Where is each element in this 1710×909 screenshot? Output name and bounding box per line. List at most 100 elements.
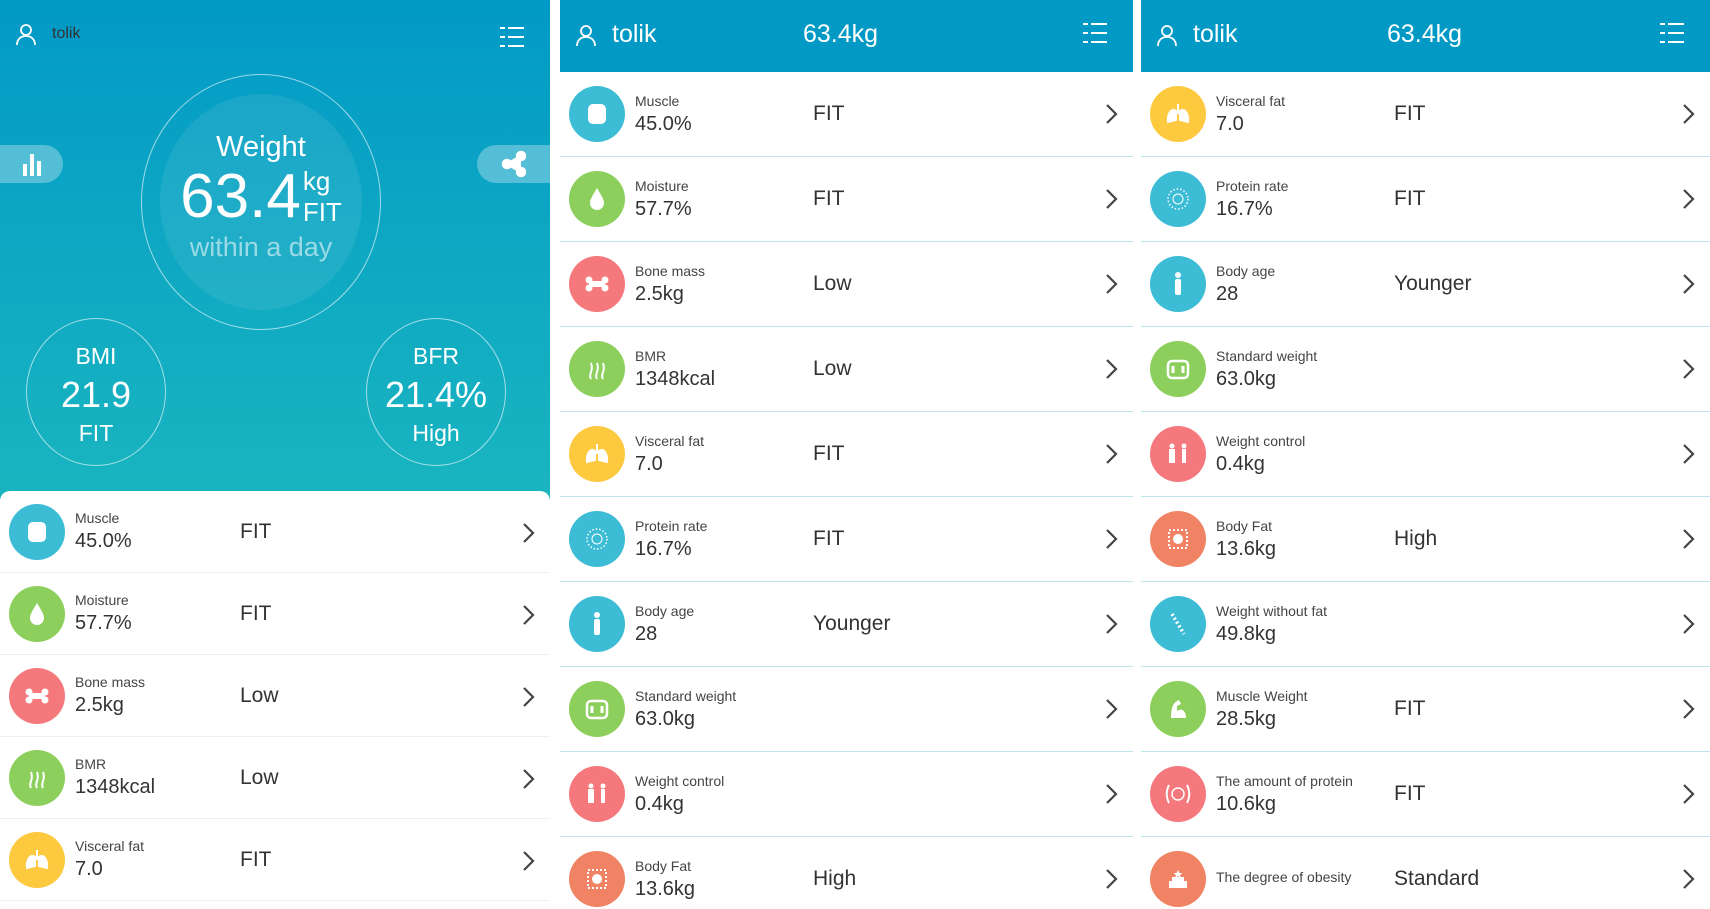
user-profile[interactable]: tolik [1155, 20, 1237, 49]
chevron-right-icon[interactable] [1105, 867, 1119, 891]
chevron-right-icon[interactable] [1682, 527, 1696, 551]
metric-row[interactable]: Standard weight 63.0kg [1141, 327, 1710, 412]
metric-row[interactable]: The degree of obesity Standard [1141, 837, 1710, 909]
metric-row[interactable]: Body age 28 Younger [1141, 242, 1710, 327]
muscle-icon [9, 503, 65, 560]
protein-icon [1150, 171, 1206, 227]
chevron-right-icon[interactable] [1682, 357, 1696, 381]
chevron-right-icon[interactable] [1682, 867, 1696, 891]
metric-row[interactable]: Body Fat 13.6kg High [560, 837, 1133, 909]
metric-row[interactable]: Moisture 57.7% FIT [0, 573, 550, 655]
metric-status: FIT [813, 102, 845, 125]
weight-control-icon [1150, 426, 1206, 482]
chevron-right-icon[interactable] [1682, 272, 1696, 296]
chevron-right-icon[interactable] [1105, 782, 1119, 806]
metric-row[interactable]: Visceral fat 7.0 FIT [1141, 72, 1710, 157]
metric-name: Muscle [75, 510, 120, 526]
metric-name: Bone mass [75, 674, 146, 690]
lungs-icon [1150, 86, 1206, 142]
chevron-right-icon[interactable] [522, 685, 536, 709]
metric-value: 1348kcal [635, 367, 716, 390]
water-drop-icon [569, 171, 625, 227]
chevron-right-icon[interactable] [1105, 272, 1119, 296]
chevron-right-icon[interactable] [1105, 527, 1119, 551]
metric-row[interactable]: Visceral fat 7.0 FIT [0, 819, 550, 901]
metric-row[interactable]: Bone mass 2.5kg Low [0, 655, 550, 737]
bar-chart-icon [22, 154, 41, 176]
body-fat-icon [1150, 511, 1206, 567]
chevron-right-icon[interactable] [522, 849, 536, 873]
user-profile[interactable]: tolik [574, 20, 656, 49]
metric-name: The amount of protein [1216, 772, 1353, 789]
chevron-right-icon[interactable] [1105, 442, 1119, 466]
metric-row[interactable]: Visceral fat 7.0 FIT [560, 412, 1133, 497]
user-profile[interactable]: tolik [14, 22, 80, 46]
weight-value: 63.4 [180, 162, 301, 231]
chevron-right-icon[interactable] [522, 603, 536, 627]
scale-icon [1150, 341, 1206, 397]
chevron-right-icon[interactable] [1105, 357, 1119, 381]
metric-row[interactable]: Muscle 45.0% FIT [0, 491, 550, 573]
metric-name: Standard weight [1216, 347, 1318, 364]
metric-value: 57.7% [75, 612, 132, 634]
metric-name: The degree of obesity [1216, 869, 1352, 885]
metric-row[interactable]: Muscle Weight 28.5kg FIT [1141, 667, 1710, 752]
metric-status: FIT [1394, 782, 1426, 805]
metric-row[interactable]: Weight control 0.4kg [1141, 412, 1710, 497]
metric-row[interactable]: Body age 28 Younger [560, 582, 1133, 667]
chevron-right-icon[interactable] [1682, 782, 1696, 806]
body-fat-icon [569, 851, 625, 907]
metric-row[interactable]: Bone mass 2.5kg Low [560, 242, 1133, 327]
chevron-right-icon[interactable] [1682, 442, 1696, 466]
metric-row[interactable]: Standard weight 63.0kg [560, 667, 1133, 752]
menu-icon[interactable] [1083, 22, 1107, 44]
chevron-right-icon[interactable] [1682, 697, 1696, 721]
chevron-right-icon[interactable] [1105, 697, 1119, 721]
chevron-right-icon[interactable] [522, 767, 536, 791]
chevron-right-icon[interactable] [522, 521, 536, 545]
chevron-right-icon[interactable] [1105, 612, 1119, 636]
menu-icon[interactable] [500, 26, 524, 48]
metric-row[interactable]: The amount of protein 10.6kg FIT [1141, 752, 1710, 837]
bfr-status: High [412, 420, 460, 446]
metric-value: 57.7% [635, 197, 692, 220]
user-icon [576, 24, 596, 46]
bfr-value: 21.4% [384, 374, 488, 415]
metric-status: Younger [1394, 272, 1472, 295]
chevron-right-icon[interactable] [1682, 102, 1696, 126]
chevron-right-icon[interactable] [1682, 187, 1696, 211]
metric-value: 45.0% [75, 530, 132, 552]
share-button[interactable] [477, 145, 550, 183]
metric-row[interactable]: Protein rate 16.7% FIT [1141, 157, 1710, 242]
metric-row[interactable]: Protein rate 16.7% FIT [560, 497, 1133, 582]
metric-value: 16.7% [635, 537, 692, 560]
metric-row[interactable]: Moisture 57.7% FIT [560, 157, 1133, 242]
bfr-dial[interactable]: BFR 21.4% High [366, 318, 506, 466]
metric-row[interactable]: BMR 1348kcal Low [560, 327, 1133, 412]
metric-row[interactable]: Weight control 0.4kg [560, 752, 1133, 837]
metric-row[interactable]: Muscle 45.0% FIT [560, 72, 1133, 157]
metric-name: BMR [635, 347, 667, 364]
metric-name: Moisture [635, 177, 689, 194]
metric-value: 10.6kg [1216, 792, 1277, 815]
metric-value: 63.0kg [635, 707, 696, 730]
metric-name: Body age [635, 602, 695, 619]
metric-row[interactable]: Body Fat 13.6kg High [1141, 497, 1710, 582]
metric-name: Weight control [635, 772, 725, 789]
bmi-dial[interactable]: BMI 21.9 FIT [26, 318, 166, 466]
heat-waves-icon [569, 341, 625, 397]
lungs-icon [569, 426, 625, 482]
chevron-right-icon[interactable] [1682, 612, 1696, 636]
bone-icon [9, 667, 65, 724]
menu-icon[interactable] [1660, 22, 1684, 44]
weight-control-icon [569, 766, 625, 822]
bfr-label: BFR [413, 343, 459, 369]
chevron-right-icon[interactable] [1105, 102, 1119, 126]
metric-value: 7.0 [635, 452, 663, 475]
metric-row[interactable]: Weight without fat 49.8kg [1141, 582, 1710, 667]
metrics-list: Visceral fat 7.0 FIT Protein rate 16.7% FI… [1141, 72, 1710, 909]
metric-value: 63.0kg [1216, 367, 1277, 390]
metric-row[interactable]: BMR 1348kcal Low [0, 737, 550, 819]
stats-button[interactable] [0, 145, 63, 183]
chevron-right-icon[interactable] [1105, 187, 1119, 211]
